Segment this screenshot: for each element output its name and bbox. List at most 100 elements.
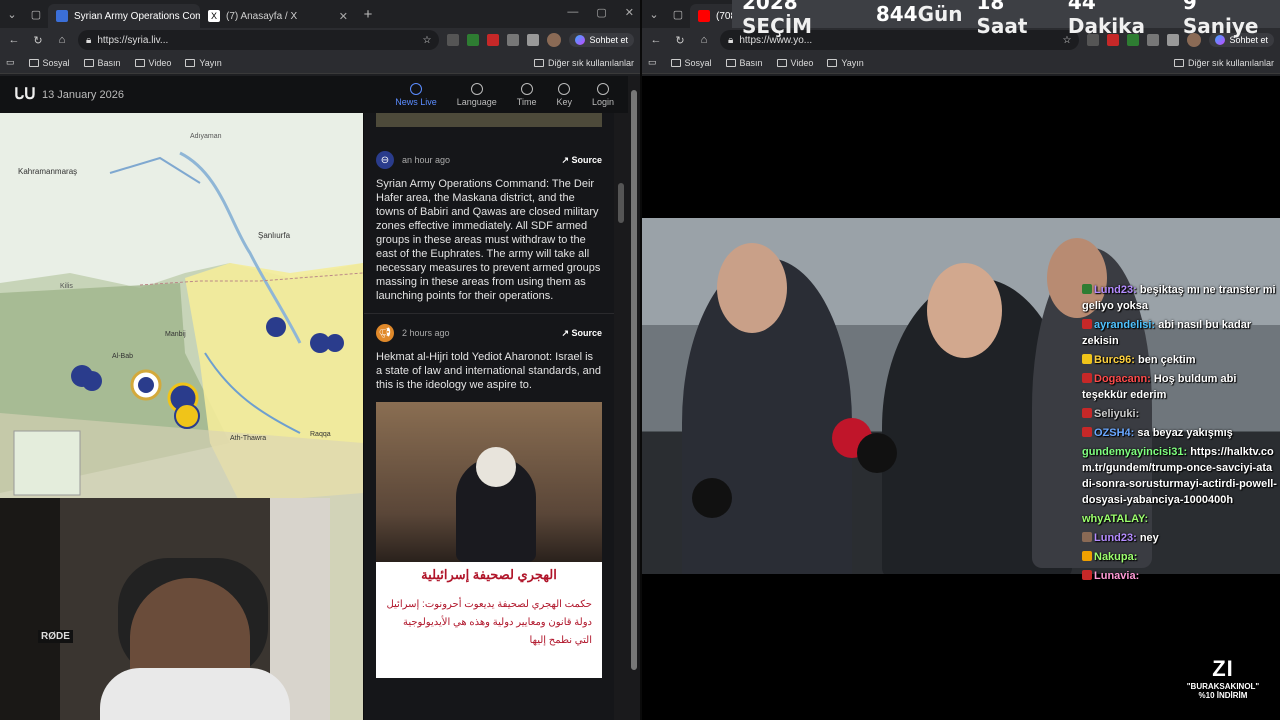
refresh-icon[interactable]: ↻ <box>30 34 46 47</box>
bookmark-menu-icon[interactable]: ▭ <box>6 57 15 68</box>
lock-icon: 🔒︎ <box>86 34 92 46</box>
collections-icon[interactable] <box>527 34 540 46</box>
bookmark-folder[interactable]: Sosyal <box>670 57 712 68</box>
chat-username: whyATALAY: <box>1082 513 1149 525</box>
post-text: Syrian Army Operations Command: The Deir… <box>376 178 601 302</box>
sponsor-logo: ZI <box>1212 656 1234 681</box>
map-label-manbij: Manbij <box>165 331 186 338</box>
feed-scroll-thumb[interactable] <box>618 183 624 223</box>
news-post[interactable]: ⊖ an hour ago ↗ Source Syrian Army Opera… <box>364 141 614 314</box>
tab-actions-icon[interactable]: ⌄ <box>0 0 24 28</box>
chat-message: ayrandelisi: abi nasıl bu kadar zekisin <box>1082 317 1278 349</box>
chat-username: Seliyuki: <box>1094 408 1140 420</box>
close-window-icon[interactable]: ✕ <box>625 6 634 19</box>
refresh-icon[interactable]: ↻ <box>672 34 688 47</box>
image-head <box>476 447 516 487</box>
post-source-link[interactable]: ↗ Source <box>561 328 602 339</box>
page-scroll-thumb[interactable] <box>631 90 637 670</box>
election-countdown: 2028 SEÇİM 844Gün 18 Saat 44 Dakika 9 Sa… <box>732 0 1280 38</box>
lock-icon: 🔒︎ <box>728 34 734 46</box>
back-icon[interactable]: ← <box>6 34 22 46</box>
source-label: Source <box>571 327 602 338</box>
left-browser-window: ⌄ ▢ Syrian Army Operations Command ✕ X (… <box>0 0 640 720</box>
map-label-kilis: Kilis <box>60 283 73 290</box>
back-icon[interactable]: ← <box>648 34 664 46</box>
page-scrollbar[interactable] <box>628 76 640 720</box>
extension-icon[interactable] <box>467 34 480 46</box>
extension-icon[interactable] <box>507 34 520 46</box>
news-feed: ⊖ an hour ago ↗ Source Syrian Army Opera… <box>364 113 614 720</box>
other-bookmarks[interactable]: Diğer sık kullanılanlar <box>1173 58 1274 68</box>
folder-icon <box>776 58 787 67</box>
bookmark-menu-icon[interactable]: ▭ <box>648 57 657 68</box>
tab-x-home[interactable]: X (7) Anasayfa / X ✕ <box>200 4 356 28</box>
bookmark-folder[interactable]: Yayın <box>827 58 864 68</box>
microphone-icon <box>857 433 897 473</box>
countdown-label: Saat <box>976 14 1028 38</box>
post-source-link[interactable]: ↗ Source <box>561 155 602 166</box>
chat-text: sa beyaz yakışmış <box>1134 427 1233 439</box>
home-icon[interactable]: ⌂ <box>696 34 712 46</box>
countdown-value: 2028 <box>742 0 798 14</box>
x-favicon-icon: X <box>208 10 220 22</box>
clock-icon <box>520 82 533 95</box>
folder-icon <box>827 58 838 67</box>
bookmark-folder[interactable]: Video <box>134 58 171 68</box>
bookmark-folder[interactable]: Sosyal <box>28 58 70 68</box>
tab-syrian-army[interactable]: Syrian Army Operations Command ✕ <box>48 4 200 28</box>
bookmark-label: Sosyal <box>684 57 712 68</box>
stream-chat-overlay: Lund23: beşiktaş mı ne transter mi geliy… <box>1082 282 1278 587</box>
maximize-icon[interactable]: ▢ <box>596 6 606 19</box>
countdown-value: 18 <box>976 0 1005 14</box>
bookmark-folder[interactable]: Basın <box>725 57 763 68</box>
bookmark-label: Yayın <box>199 57 222 68</box>
microphone-brand: RØDE <box>38 630 73 643</box>
extension-icon[interactable] <box>487 34 500 46</box>
bookmark-folder[interactable]: Yayın <box>185 57 222 68</box>
bookmark-folder[interactable]: Basın <box>83 58 121 68</box>
tab-actions-icon[interactable]: ⌄ <box>642 0 666 28</box>
other-bookmarks[interactable]: Diğer sık kullanılanlar <box>533 57 634 68</box>
countdown-value: 844 <box>875 2 918 26</box>
chat-button-label: Sohbet et <box>589 35 628 45</box>
profile-avatar[interactable] <box>547 33 562 47</box>
chat-badge-icon <box>1082 354 1092 364</box>
chat-badge-icon <box>1082 408 1092 418</box>
post-time: 2 hours ago <box>402 328 450 338</box>
military-category-icon: ⊖ <box>376 151 394 169</box>
new-tab-button[interactable]: + <box>356 0 380 28</box>
minimize-icon[interactable]: — <box>567 6 578 19</box>
news-post[interactable]: 📢︎ 2 hours ago ↗ Source Hekmat al-Hijri … <box>364 314 614 688</box>
collections-icon[interactable] <box>1167 34 1180 46</box>
nav-language[interactable]: Language <box>457 82 497 107</box>
bookmark-label: Basın <box>739 57 763 68</box>
extension-icon[interactable] <box>447 34 460 46</box>
workspaces-icon[interactable]: ▢ <box>24 0 48 28</box>
map-label-sanliurfa: Şanlıurfa <box>258 231 291 240</box>
chat-message: Burc96: ben çektim <box>1082 352 1278 368</box>
copilot-chat-button[interactable]: Sohbet et <box>569 33 634 47</box>
bookmark-label: Diğer sık kullanılanlar <box>547 57 634 68</box>
nav-key[interactable]: Key <box>556 82 572 107</box>
chat-message: Dogacann: Hoş buldum abi teşekkür ederim <box>1082 371 1278 403</box>
nav-news-live[interactable]: News Live <box>395 82 437 107</box>
workspaces-icon[interactable]: ▢ <box>666 0 690 28</box>
post-image[interactable]: الهجري لصحيفة إسرائيلية حكمت الهجري لصحي… <box>376 402 602 678</box>
source-label: Source <box>571 154 602 165</box>
chat-username: Lund23: <box>1094 284 1137 296</box>
favorite-star-icon[interactable]: ☆ <box>423 35 432 46</box>
bookmarks-bar: ▭ Sosyal Basın Video Yayın Diğer sık kul… <box>0 52 640 74</box>
nav-login[interactable]: Login <box>592 82 614 107</box>
folder-icon <box>83 58 94 67</box>
previous-post-image <box>376 113 602 127</box>
nav-label: Time <box>516 96 537 107</box>
address-bar[interactable]: 🔒︎ https://syria.liv... ☆ <box>78 30 440 50</box>
nav-time[interactable]: Time <box>516 82 537 107</box>
close-tab-icon[interactable]: ✕ <box>339 10 348 23</box>
webcam-shirt <box>100 668 290 720</box>
home-icon[interactable]: ⌂ <box>54 34 70 46</box>
bookmarks-bar: ▭ Sosyal Basın Video Yayın Diğer sık kul… <box>642 52 1280 74</box>
feed-scrollbar[interactable] <box>614 113 628 720</box>
bookmark-folder[interactable]: Video <box>776 58 813 68</box>
liveuamap-logo-icon[interactable]: ᒐᑌ <box>14 86 36 103</box>
